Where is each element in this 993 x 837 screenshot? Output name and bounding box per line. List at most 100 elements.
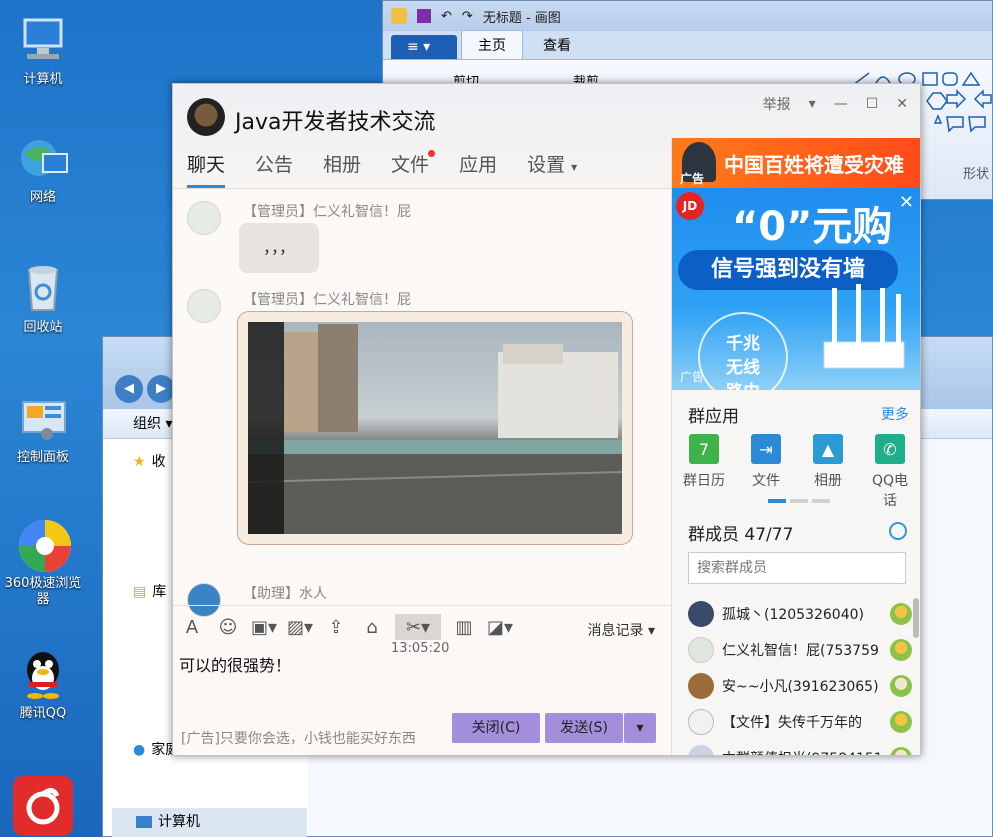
tab-home[interactable]: 主页: [461, 30, 523, 59]
member-list-scrollbar[interactable]: [913, 598, 919, 638]
control-panel-icon: [17, 392, 69, 444]
save-icon[interactable]: [417, 9, 431, 23]
message-input[interactable]: 可以的很强势！: [179, 652, 291, 676]
jd-logo: JD: [676, 192, 704, 220]
redo-icon[interactable]: ↷: [462, 9, 473, 24]
right-sidebar: 中国百姓将遭受灾难 广告 JD ✕ “0”元购 信号强到没有墙 千兆无线路由器 …: [671, 138, 920, 755]
avatar[interactable]: [187, 289, 221, 323]
desktop-icon-recycle-bin[interactable]: 回收站: [0, 262, 86, 336]
nav-computer[interactable]: 计算机: [112, 808, 307, 837]
organize-button[interactable]: 组织 ▾: [133, 416, 172, 432]
desktop-icon-browser[interactable]: 360极速浏览器: [0, 518, 86, 608]
tab-files[interactable]: 文件: [391, 150, 436, 188]
admin-icon: [890, 711, 912, 733]
member-row[interactable]: 仁义礼智信！屁(753759: [688, 632, 912, 668]
member-row[interactable]: 孤城丶(1205326040): [688, 596, 912, 632]
sender-name: 【管理员】仁义礼智信！屁: [243, 204, 411, 220]
search-icon[interactable]: [889, 522, 907, 540]
avatar: [688, 601, 714, 627]
member-list[interactable]: 孤城丶(1205326040) 仁义礼智信！屁(753759 安~~小凡(391…: [688, 596, 912, 755]
chat-history[interactable]: 【管理员】仁义礼智信！屁 ，，， 【管理员】仁义礼智信！屁 13:05:20 【…: [173, 189, 671, 656]
chevron-down-icon[interactable]: ▾: [809, 96, 816, 112]
image-icon[interactable]: ▨▾: [287, 614, 313, 640]
computer-icon: [17, 14, 69, 66]
maximize-button[interactable]: ☐: [866, 96, 879, 112]
members-title: 群成员 47/77: [688, 525, 794, 545]
unread-dot: [428, 150, 436, 157]
gift-icon[interactable]: ⌂: [359, 614, 385, 640]
desktop-icon-label: 计算机: [23, 72, 63, 87]
font-icon[interactable]: A: [179, 614, 205, 640]
close-button[interactable]: 关闭(C): [452, 713, 540, 743]
member-search-input[interactable]: 搜索群成员: [688, 552, 906, 584]
shake-icon[interactable]: ◪▾: [487, 614, 513, 640]
paint-app-icon: [391, 8, 407, 24]
paint-titlebar: ↶ ↷ 无标题 - 画图: [383, 1, 992, 31]
tab-announcement[interactable]: 公告: [255, 150, 293, 188]
desktop-icon-label: 控制面板: [16, 450, 69, 465]
group-tabs: 聊天 公告 相册 文件 应用 设置 ▾: [187, 150, 607, 188]
member-icon: [890, 675, 912, 697]
desktop-icon-control-panel[interactable]: 控制面板: [0, 392, 86, 466]
ad-text-link[interactable]: [广告]只要你会选，小钱也能买好东西: [181, 728, 416, 748]
tab-chat[interactable]: 聊天: [187, 150, 226, 188]
send-button[interactable]: 发送(S): [545, 713, 623, 743]
tab-album[interactable]: 相册: [323, 150, 361, 188]
banner-ad[interactable]: 中国百姓将遭受灾难 广告: [672, 138, 920, 188]
apps-pager[interactable]: [768, 499, 830, 503]
image-message-bubble[interactable]: [237, 311, 633, 545]
router-image: [823, 284, 905, 369]
close-icon[interactable]: ✕: [896, 96, 908, 112]
chevron-down-icon: ▾: [571, 160, 578, 174]
minimize-button[interactable]: —: [834, 96, 848, 112]
desktop-icon-network[interactable]: 网络: [0, 132, 86, 206]
app-qq-call[interactable]: ✆ QQ电话: [866, 434, 914, 510]
upload-icon[interactable]: ⇪: [323, 614, 349, 640]
desktop-icon-computer[interactable]: 计算机: [0, 14, 86, 88]
recycle-bin-icon: [17, 262, 69, 314]
member-row[interactable]: 安~~小凡(391623065): [688, 668, 912, 704]
admin-icon: [890, 639, 912, 661]
message-history-button[interactable]: 消息记录 ▾: [588, 620, 655, 640]
report-button[interactable]: 举报: [763, 94, 791, 114]
message-bubble[interactable]: ，，，: [239, 223, 319, 273]
emoji-icon[interactable]: ☺: [215, 614, 241, 640]
red-packet-icon[interactable]: ▥: [451, 614, 477, 640]
shapes-group-label: 形状: [963, 167, 990, 182]
undo-icon[interactable]: ↶: [441, 9, 452, 24]
desktop-icon-label: 回收站: [23, 320, 63, 335]
tab-view[interactable]: 查看: [527, 31, 587, 59]
ad-tag: 广告: [680, 172, 705, 186]
desktop-icon-label: 腾讯QQ: [19, 706, 67, 721]
forward-button[interactable]: ▶: [147, 375, 175, 403]
group-avatar[interactable]: [187, 98, 225, 136]
tab-settings[interactable]: 设置 ▾: [527, 150, 577, 188]
send-options-button[interactable]: ▾: [624, 713, 656, 743]
ad-headline: “0”元购: [732, 204, 893, 250]
more-apps-link[interactable]: 更多: [881, 404, 909, 424]
star-icon: ★: [133, 454, 146, 470]
desktop-icon-music[interactable]: [0, 776, 86, 837]
close-icon[interactable]: ✕: [899, 192, 914, 213]
ad-tag: 广告: [680, 370, 705, 384]
window-controls: 举报 ▾ — ☐ ✕: [763, 94, 908, 114]
avatar[interactable]: [187, 201, 221, 235]
file-icon: ⇥: [751, 434, 781, 464]
paint-file-menu[interactable]: ≡ ▾: [391, 35, 457, 59]
screenshot-scissors-icon[interactable]: ✂▾: [395, 614, 441, 640]
magic-emoji-icon[interactable]: ▣▾: [251, 614, 277, 640]
member-row[interactable]: 本群颜值担当(97584151: [688, 740, 912, 755]
member-row[interactable]: 【文件】失传千万年的: [688, 704, 912, 740]
paint-ribbon-tabs: ≡ ▾ 主页 查看: [383, 30, 992, 59]
computer-small-icon: [136, 816, 152, 828]
back-button[interactable]: ◀: [115, 375, 143, 403]
library-icon: ▤: [133, 584, 147, 600]
app-calendar[interactable]: 7 群日历: [680, 434, 728, 510]
tab-apps[interactable]: 应用: [459, 150, 497, 188]
avatar: [688, 709, 714, 735]
desktop-icon-qq[interactable]: 腾讯QQ: [0, 648, 86, 722]
shared-photo[interactable]: [248, 322, 622, 534]
jd-ad[interactable]: JD ✕ “0”元购 信号强到没有墙 千兆无线路由器 广告: [672, 188, 920, 390]
avatar: [688, 637, 714, 663]
homegroup-icon: ●: [133, 742, 146, 758]
